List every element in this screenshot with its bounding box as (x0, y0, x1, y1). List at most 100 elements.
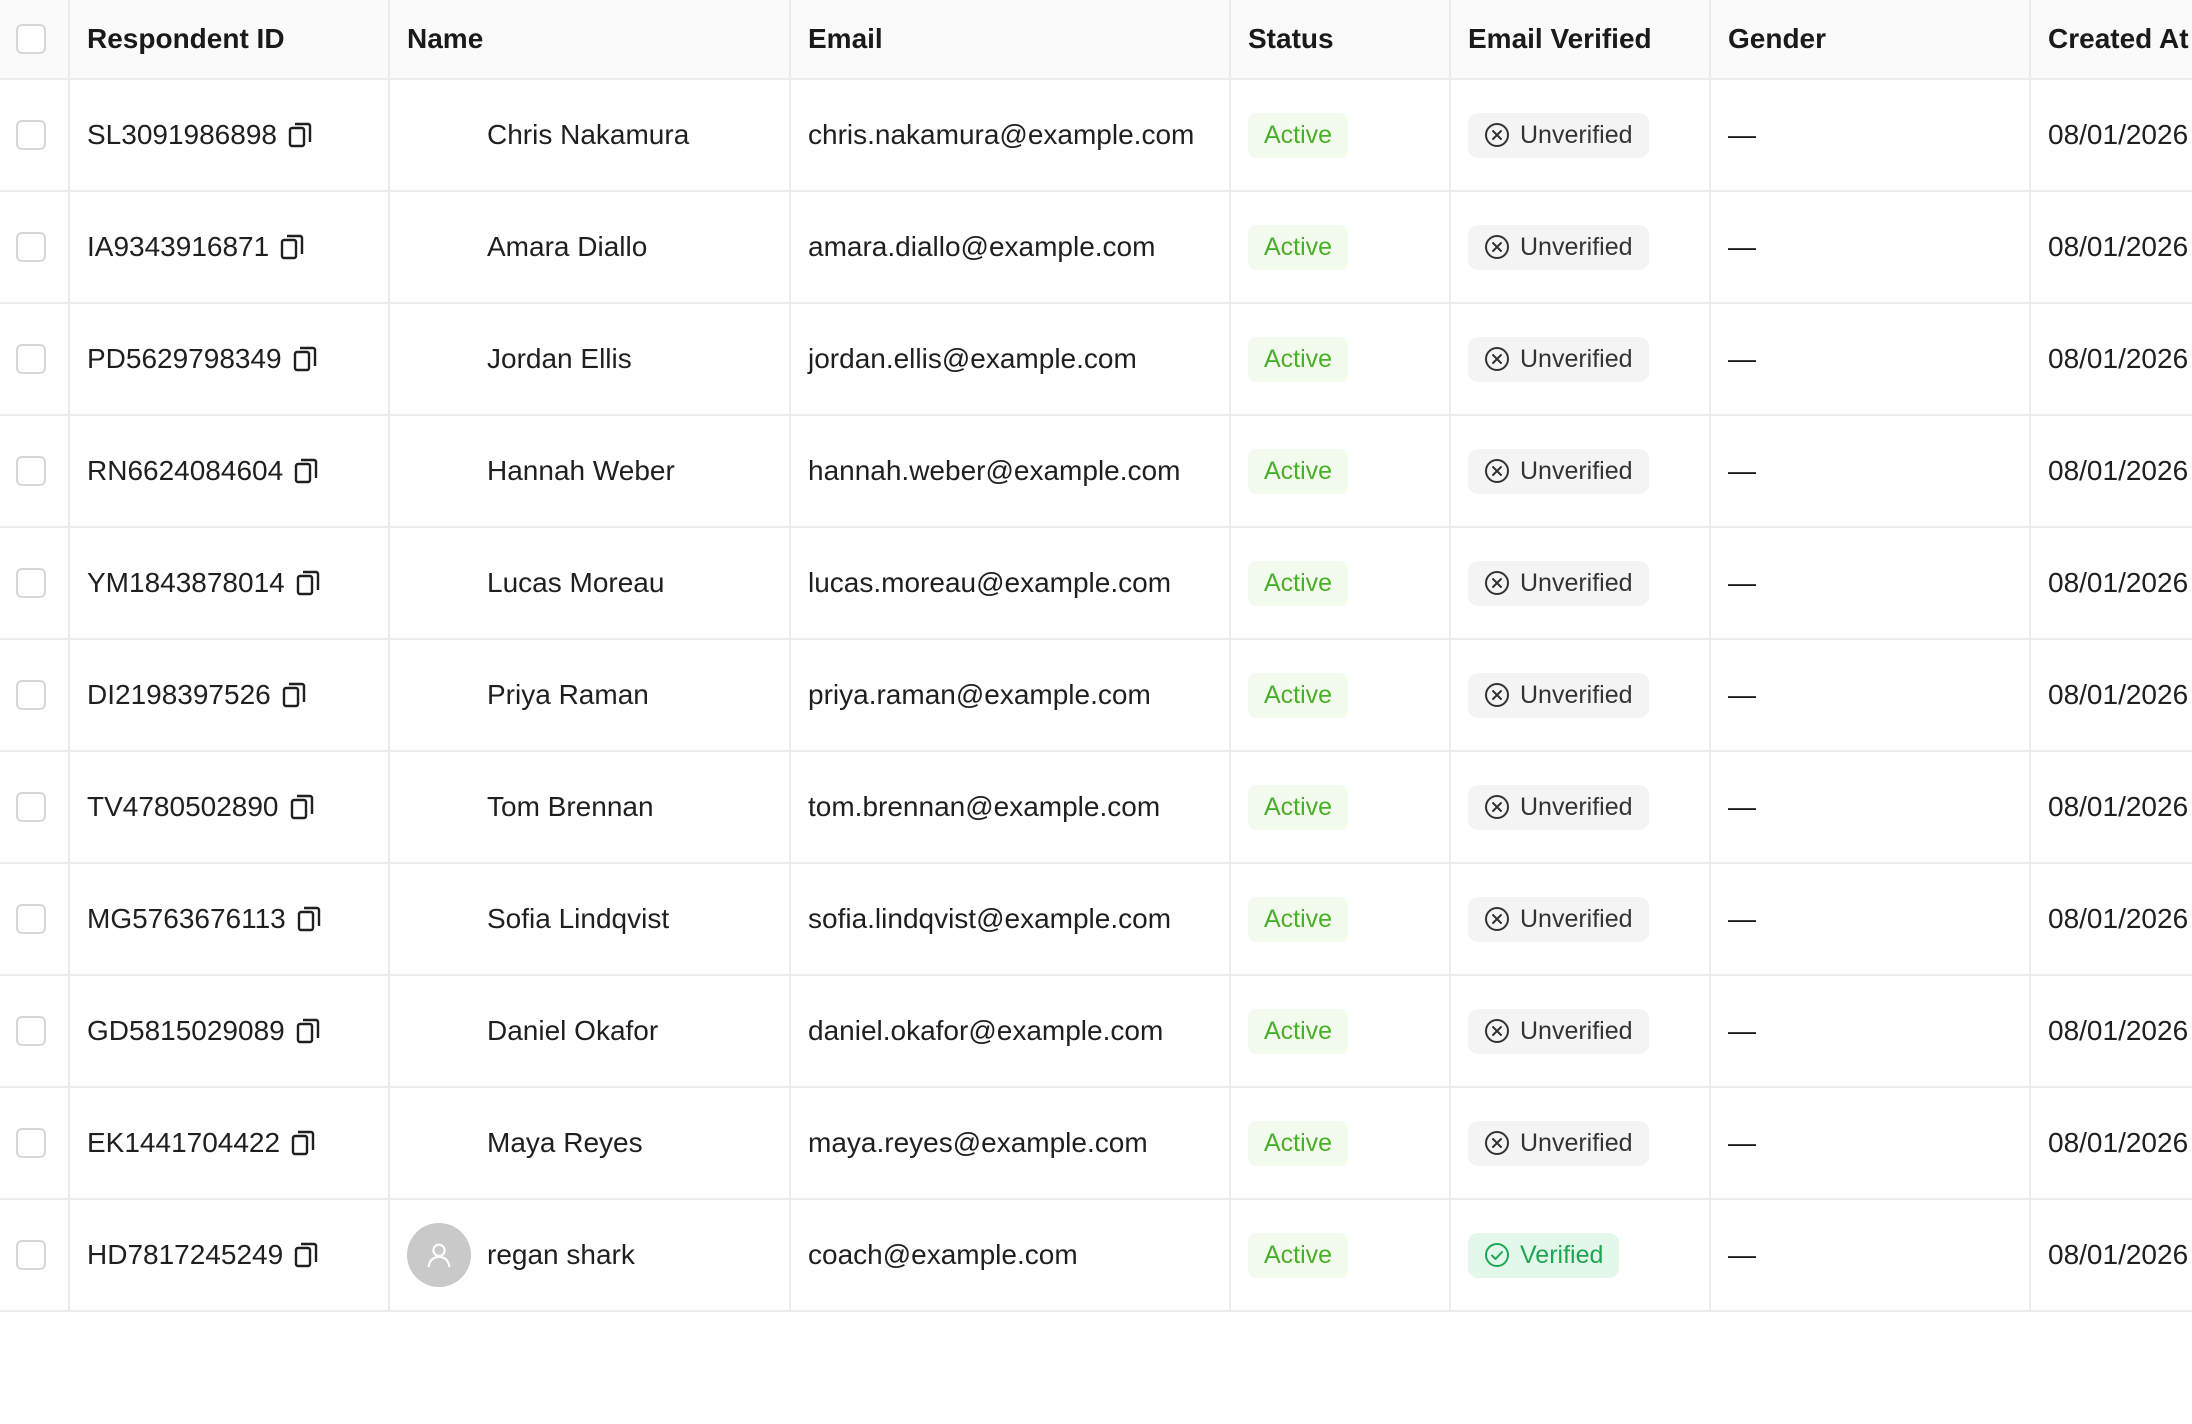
respondent-email: daniel.okafor@example.com (808, 1015, 1164, 1046)
respondent-id-cell: MG5763676113 (69, 863, 390, 976)
copy-icon[interactable] (290, 1129, 316, 1157)
column-header-respondent-id[interactable]: Respondent ID (69, 0, 390, 80)
created-at-cell: 08/01/2026 (2030, 303, 2192, 416)
row-checkbox[interactable] (16, 456, 46, 486)
select-all-checkbox[interactable] (16, 24, 46, 54)
name-cell: Amara Diallo (389, 191, 791, 304)
respondent-name: Priya Raman (487, 679, 649, 710)
avatar-slot (407, 999, 471, 1063)
copy-icon[interactable] (295, 569, 321, 597)
respondent-created-at: 08/01/2026 (2048, 455, 2189, 486)
table-row[interactable]: GD5815029089 Daniel Okafor daniel.okafor… (0, 975, 2192, 1088)
row-checkbox[interactable] (16, 1128, 46, 1158)
copy-icon[interactable] (279, 233, 305, 261)
respondent-id: PD5629798349 (87, 343, 282, 374)
circle-x-icon (1484, 122, 1510, 148)
circle-x-icon (1484, 1130, 1510, 1156)
column-header-created-at[interactable]: Created At (2030, 0, 2192, 80)
gender-cell: — (1710, 1087, 2031, 1200)
email-verified-badge: Unverified (1468, 1008, 1649, 1054)
row-checkbox[interactable] (16, 344, 46, 374)
email-verified-label: Unverified (1520, 232, 1633, 261)
respondent-id-cell: PD5629798349 (69, 303, 390, 416)
status-badge: Active (1248, 336, 1349, 382)
respondent-name: Sofia Lindqvist (487, 903, 670, 934)
circle-x-icon (1484, 570, 1510, 596)
column-header-name[interactable]: Name (389, 0, 791, 80)
status-badge: Active (1248, 1232, 1349, 1278)
row-select-cell (0, 863, 70, 976)
respondent-created-at: 08/01/2026 (2048, 1015, 2189, 1046)
row-checkbox[interactable] (16, 232, 46, 262)
email-cell: priya.raman@example.com (790, 639, 1231, 752)
email-cell: coach@example.com (790, 1199, 1231, 1312)
copy-icon[interactable] (287, 121, 313, 149)
row-checkbox[interactable] (16, 904, 46, 934)
created-at-cell: 08/01/2026 (2030, 639, 2192, 752)
column-header-email-verified[interactable]: Email Verified (1450, 0, 1711, 80)
status-badge: Active (1248, 896, 1349, 942)
respondent-name: Lucas Moreau (487, 567, 665, 598)
copy-icon[interactable] (295, 1017, 321, 1045)
email-verified-cell: Unverified (1450, 751, 1711, 864)
table-row[interactable]: IA9343916871 Amara Diallo amara.diallo@e… (0, 191, 2192, 304)
respondent-email: coach@example.com (808, 1239, 1078, 1270)
email-verified-cell: Unverified (1450, 303, 1711, 416)
email-verified-cell: Unverified (1450, 863, 1711, 976)
copy-icon[interactable] (293, 1241, 319, 1269)
table-row[interactable]: EK1441704422 Maya Reyes maya.reyes@examp… (0, 1087, 2192, 1200)
respondent-gender: — (1728, 455, 1756, 486)
respondent-id-cell: IA9343916871 (69, 191, 390, 304)
row-select-cell (0, 639, 70, 752)
email-verified-cell: Unverified (1450, 191, 1711, 304)
copy-icon[interactable] (289, 793, 315, 821)
respondent-name: Daniel Okafor (487, 1015, 659, 1046)
respondent-id: EK1441704422 (87, 1127, 281, 1158)
name-cell: Lucas Moreau (389, 527, 791, 640)
copy-icon[interactable] (292, 345, 318, 373)
table-body: SL3091986898 Chris Nakamura chris.nakamu… (0, 79, 2192, 1312)
table-row[interactable]: TV4780502890 Tom Brennan tom.brennan@exa… (0, 751, 2192, 864)
created-at-cell: 08/01/2026 (2030, 863, 2192, 976)
row-checkbox[interactable] (16, 1016, 46, 1046)
table-row[interactable]: MG5763676113 Sofia Lindqvist sofia.lindq… (0, 863, 2192, 976)
table-row[interactable]: YM1843878014 Lucas Moreau lucas.moreau@e… (0, 527, 2192, 640)
table-row[interactable]: HD7817245249 regan shark coach@example.c… (0, 1199, 2192, 1312)
email-verified-badge: Verified (1468, 1232, 1620, 1278)
column-header-email[interactable]: Email (790, 0, 1231, 80)
row-checkbox[interactable] (16, 680, 46, 710)
table-row[interactable]: RN6624084604 Hannah Weber hannah.weber@e… (0, 415, 2192, 528)
email-verified-label: Unverified (1520, 568, 1633, 597)
email-cell: sofia.lindqvist@example.com (790, 863, 1231, 976)
respondent-id: YM1843878014 (87, 567, 285, 598)
copy-icon[interactable] (296, 905, 322, 933)
header-row: Respondent ID Name Email Status Email Ve… (0, 0, 2192, 80)
respondent-id-cell: GD5815029089 (69, 975, 390, 1088)
row-checkbox[interactable] (16, 568, 46, 598)
circle-x-icon (1484, 682, 1510, 708)
avatar-slot (407, 439, 471, 503)
respondent-id: RN6624084604 (87, 455, 284, 486)
copy-icon[interactable] (281, 681, 307, 709)
status-cell: Active (1230, 1199, 1451, 1312)
email-verified-badge: Unverified (1468, 1120, 1649, 1166)
respondent-name: Maya Reyes (487, 1127, 643, 1158)
created-at-cell: 08/01/2026 (2030, 1199, 2192, 1312)
status-cell: Active (1230, 191, 1451, 304)
email-verified-badge: Unverified (1468, 336, 1649, 382)
respondent-gender: — (1728, 791, 1756, 822)
table-row[interactable]: DI2198397526 Priya Raman priya.raman@exa… (0, 639, 2192, 752)
table-row[interactable]: PD5629798349 Jordan Ellis jordan.ellis@e… (0, 303, 2192, 416)
row-checkbox[interactable] (16, 1240, 46, 1270)
column-header-status[interactable]: Status (1230, 0, 1451, 80)
row-checkbox[interactable] (16, 792, 46, 822)
respondent-email: hannah.weber@example.com (808, 455, 1181, 486)
respondent-name: Amara Diallo (487, 231, 648, 262)
email-cell: tom.brennan@example.com (790, 751, 1231, 864)
avatar-slot (407, 103, 471, 167)
table-row[interactable]: SL3091986898 Chris Nakamura chris.nakamu… (0, 79, 2192, 192)
copy-icon[interactable] (293, 457, 319, 485)
row-checkbox[interactable] (16, 120, 46, 150)
column-header-gender[interactable]: Gender (1710, 0, 2031, 80)
circle-x-icon (1484, 234, 1510, 260)
